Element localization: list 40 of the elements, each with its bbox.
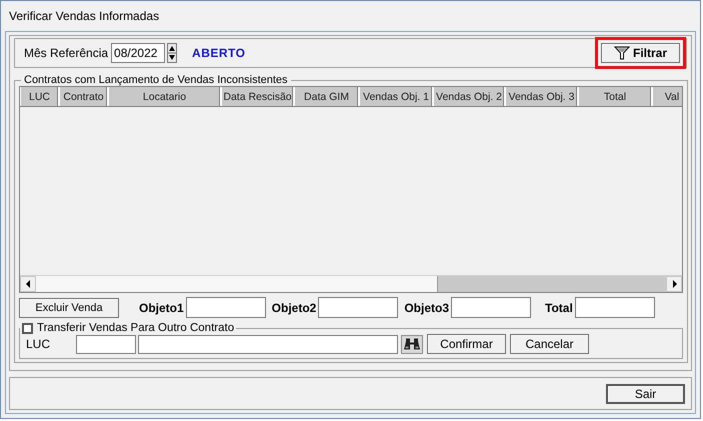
data-grid[interactable]: LUC Contrato Locatario Data Rescisão Data GIM Vendas Obj. 1 Vendas Obj. 2 Vendas Obj. 3 Total Val <box>19 86 683 293</box>
scroll-left-icon[interactable] <box>26 280 30 288</box>
exit-button[interactable]: Sair <box>606 384 685 404</box>
cancel-button[interactable]: Cancelar <box>510 334 589 354</box>
column-header[interactable]: Contrato <box>59 87 108 106</box>
spinner-icon[interactable] <box>167 43 178 63</box>
binoculars-icon <box>404 337 420 351</box>
field-label: Objeto2 <box>272 300 316 314</box>
confirm-button[interactable]: Confirmar <box>427 334 506 354</box>
field-label: Total <box>545 300 573 314</box>
group-title: Contratos com Lançamento de Vendas Inconsistentes <box>23 74 289 86</box>
status-text: ABERTO <box>192 46 246 60</box>
field-label: Mês Referência <box>24 46 108 60</box>
column-header[interactable]: Total <box>578 87 652 106</box>
checkbox-label[interactable]: Transferir Vendas Para Outro Contrato <box>37 322 234 334</box>
column-header[interactable]: Vendas Obj. 3 <box>505 87 578 106</box>
column-header[interactable]: Vendas Obj. 1 <box>359 87 433 106</box>
input-field[interactable] <box>451 297 532 318</box>
filter-button[interactable]: Filtrar <box>601 43 680 63</box>
column-header[interactable]: Val <box>652 87 682 106</box>
column-header[interactable]: Data Rescisão <box>221 87 294 106</box>
column-header[interactable]: Locatario <box>108 87 221 106</box>
input-field[interactable] <box>574 297 655 318</box>
horizontal-scrollbar[interactable] <box>20 275 682 292</box>
field-label: Objeto3 <box>404 300 450 314</box>
input-field[interactable] <box>76 334 136 354</box>
column-header[interactable]: LUC <box>20 87 59 106</box>
column-header[interactable]: Data GIM <box>294 87 359 106</box>
checkbox[interactable] <box>22 322 33 334</box>
input-field[interactable] <box>138 334 398 354</box>
month-field[interactable]: 08/2022 <box>111 43 166 63</box>
filter-icon <box>614 46 630 60</box>
binoculars-button[interactable] <box>401 334 423 354</box>
input-field[interactable] <box>318 297 398 318</box>
delete-sale-button[interactable]: Excluir Venda <box>19 298 119 318</box>
input-field[interactable] <box>186 297 266 318</box>
field-label: Objeto1 <box>139 300 184 314</box>
column-header[interactable]: Vendas Obj. 2 <box>433 87 505 106</box>
scroll-right-icon[interactable] <box>672 280 676 288</box>
field-label: LUC <box>26 337 52 351</box>
